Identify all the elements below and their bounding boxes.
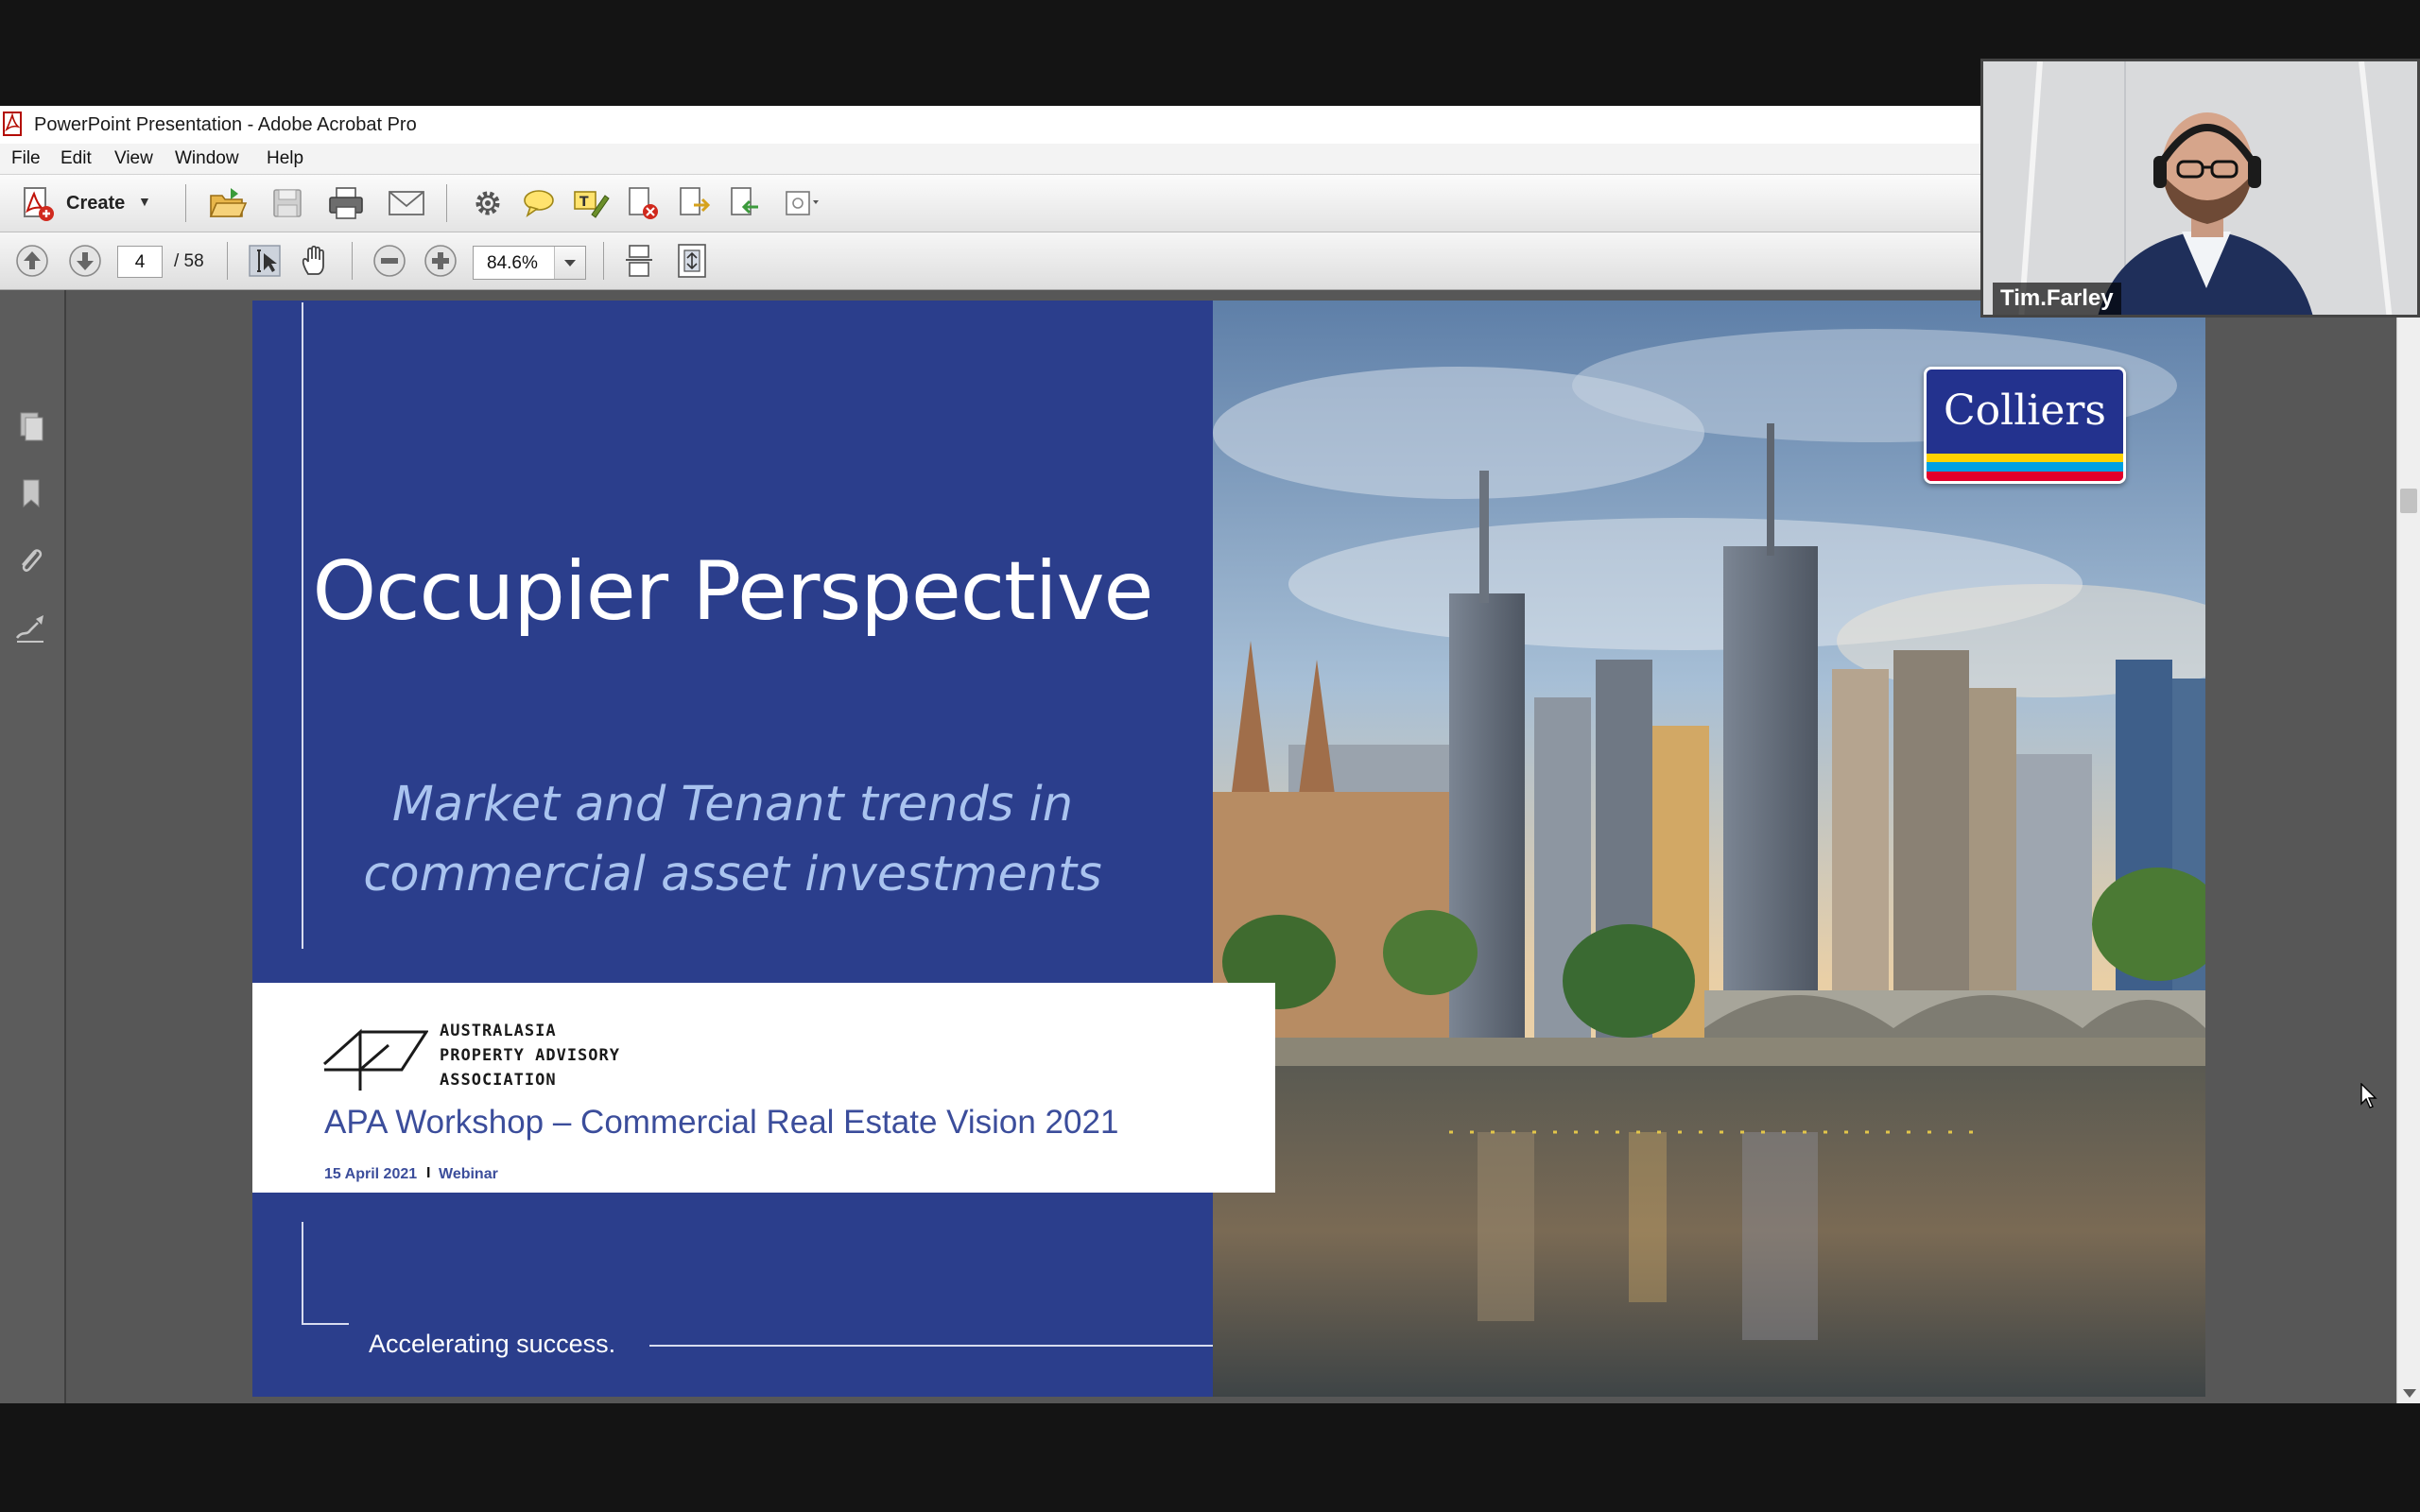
brand-wordmark: Colliers [1943, 387, 2107, 435]
review-icon[interactable] [781, 182, 822, 224]
page-number-input[interactable]: 4 [117, 246, 163, 278]
zoom-out-icon[interactable] [369, 240, 410, 282]
acrobat-app-icon [3, 112, 22, 136]
print-icon[interactable] [325, 182, 367, 224]
participant-video [1983, 61, 2417, 315]
brand-stripes [1927, 454, 2123, 481]
zoom-in-icon[interactable] [420, 240, 461, 282]
export-icon[interactable] [673, 182, 715, 224]
subtitle-line: commercial asset investments [363, 847, 1102, 902]
event-separator: I [426, 1165, 431, 1181]
svg-text:T: T [579, 195, 589, 210]
save-icon[interactable] [267, 182, 308, 224]
video-tile[interactable]: Tim.Farley [1980, 59, 2420, 318]
decorative-line [302, 1323, 349, 1325]
vertical-scrollbar[interactable] [2396, 290, 2420, 1403]
menu-view[interactable]: View [114, 148, 153, 169]
toolbar-divider [603, 242, 604, 280]
menu-file[interactable]: File [11, 148, 41, 169]
window-title: PowerPoint Presentation - Adobe Acrobat … [34, 114, 417, 135]
next-page-icon[interactable] [64, 240, 106, 282]
scrollbar-thumb[interactable] [2400, 489, 2417, 513]
hand-tool-icon[interactable] [295, 240, 337, 282]
create-button-label: Create [66, 193, 126, 214]
event-format: Webinar [439, 1166, 498, 1182]
navigation-pane [0, 290, 66, 1403]
create-pdf-icon [24, 187, 54, 221]
zoom-select[interactable]: 84.6% [473, 246, 586, 280]
menu-window[interactable]: Window [175, 148, 239, 169]
settings-icon[interactable] [467, 182, 509, 224]
toolbar-divider [227, 242, 228, 280]
organization-name: AUSTRALASIA PROPERTY ADVISORY ASSOCIATIO… [440, 1019, 620, 1092]
decorative-line [649, 1345, 1213, 1347]
menu-edit[interactable]: Edit [60, 148, 92, 169]
subtitle-line: Market and Tenant trends in [391, 777, 1074, 833]
mouse-cursor-icon [2360, 1083, 2377, 1108]
tagline: Accelerating success. [369, 1330, 616, 1358]
chevron-down-icon[interactable] [554, 247, 585, 279]
scroll-down-icon[interactable] [2403, 1389, 2416, 1398]
organization-name-line: PROPERTY ADVISORY [440, 1046, 620, 1065]
email-icon[interactable] [386, 182, 427, 224]
event-date: 15 April 2021 [324, 1166, 418, 1182]
previous-page-icon[interactable] [11, 240, 53, 282]
decorative-line [302, 1222, 303, 1324]
fit-page-icon[interactable] [671, 240, 713, 282]
signature-icon[interactable] [9, 608, 51, 649]
delete-page-icon[interactable] [622, 182, 664, 224]
pdf-page-slide: Occupier Perspective Market and Tenant t… [252, 301, 2205, 1397]
highlight-icon[interactable]: T [569, 182, 611, 224]
slide-subtitle: Market and Tenant trends in commercial a… [252, 770, 1213, 910]
event-title: APA Workshop – Commercial Real Estate Vi… [324, 1104, 1119, 1141]
organization-name-line: AUSTRALASIA [440, 1022, 557, 1040]
open-folder-icon[interactable] [206, 182, 248, 224]
menu-help[interactable]: Help [267, 148, 303, 169]
apaa-logo [322, 1028, 428, 1091]
page-total: / 58 [174, 251, 204, 271]
create-button[interactable]: Create ▼ [13, 182, 155, 224]
attachment-icon[interactable] [9, 541, 51, 582]
comment-icon[interactable] [518, 182, 560, 224]
scrolling-mode-icon[interactable] [618, 240, 660, 282]
chevron-down-icon: ▼ [138, 194, 151, 209]
organization-name-line: ASSOCIATION [440, 1071, 557, 1090]
slide-title: Occupier Perspective [312, 544, 1154, 639]
zoom-value: 84.6% [487, 253, 538, 273]
colliers-logo: Colliers [1924, 367, 2126, 484]
bookmark-icon[interactable] [9, 472, 51, 514]
toolbar-divider [352, 242, 353, 280]
toolbar-divider [185, 184, 186, 222]
event-banner: AUSTRALASIA PROPERTY ADVISORY ASSOCIATIO… [252, 983, 1275, 1193]
pages-icon[interactable] [9, 405, 51, 447]
import-icon[interactable] [724, 182, 766, 224]
select-tool-icon[interactable] [244, 240, 285, 282]
toolbar-divider [446, 184, 447, 222]
participant-name: Tim.Farley [1993, 283, 2121, 315]
